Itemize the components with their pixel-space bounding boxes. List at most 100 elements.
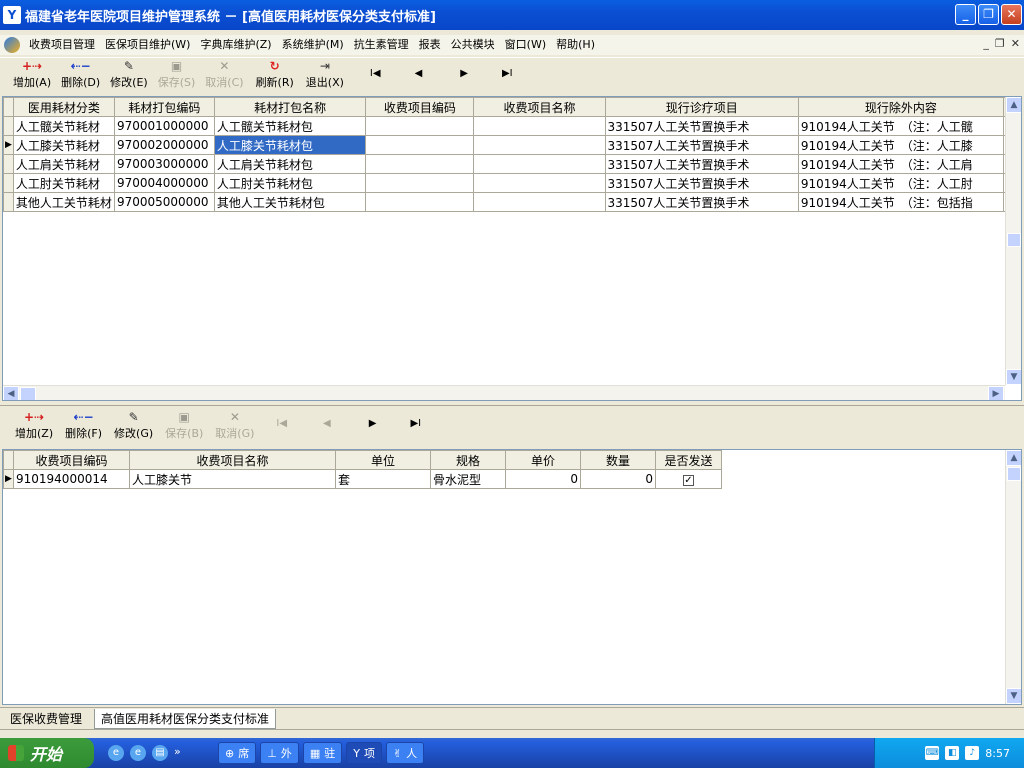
table-row[interactable]: ▶ 910194000014 人工膝关节 套 骨水泥型 0 0 ✓ — [3, 469, 722, 489]
taskbar-button[interactable]: ⊥ 外 — [260, 742, 299, 764]
row-indicator[interactable] — [3, 192, 14, 212]
tab-high-value-consumables[interactable]: 高值医用耗材医保分类支付标准 — [94, 708, 277, 729]
selected-cell[interactable]: 人工膝关节耗材包 — [213, 135, 367, 155]
table-row[interactable]: 人工肘关节耗材 970004000000 人工肘关节耗材包 331507人工关节… — [3, 173, 1021, 193]
charge-item-grid[interactable]: 收费项目编码 收费项目名称 单位 规格 单价 数量 是否发送 ▶ 9101940… — [2, 449, 1022, 705]
next-record-button[interactable]: ▶ — [460, 68, 468, 79]
browser-icon[interactable]: e — [130, 745, 146, 761]
menu-system[interactable]: 系统维护(M) — [277, 35, 349, 55]
table-cell[interactable]: 人工髋关节耗材包 — [213, 116, 367, 136]
menu-dictionary[interactable]: 字典库维护(Z) — [195, 35, 276, 55]
table-cell[interactable] — [365, 154, 475, 174]
table-cell[interactable]: 人工肩关节耗材包 — [213, 154, 367, 174]
edit-button[interactable]: ✎ 修改(E) — [110, 58, 148, 90]
col-header[interactable]: 耗材打包编码 — [113, 97, 215, 117]
col-header[interactable]: 数量 — [580, 450, 656, 470]
row-indicator[interactable] — [3, 173, 14, 193]
table-cell[interactable]: 人工膝关节 — [129, 469, 336, 489]
detail-first-record-button[interactable]: I◀ — [276, 418, 287, 429]
table-cell[interactable]: 其他人工关节耗材 — [12, 192, 115, 212]
col-header[interactable]: 医用耗材分类 — [12, 97, 115, 117]
table-cell[interactable] — [473, 154, 606, 174]
table-cell[interactable]: 970003000000 — [113, 154, 215, 174]
table-cell[interactable]: 970004000000 — [113, 173, 215, 193]
table-cell[interactable]: 970002000000 — [113, 135, 215, 155]
col-header[interactable]: 单价 — [505, 450, 581, 470]
scroll-down-icon[interactable]: ▼ — [1006, 688, 1021, 704]
quick-launch-more[interactable]: » — [174, 745, 181, 761]
detail-delete-button[interactable]: ⇠− 删除(F) — [65, 409, 102, 441]
table-cell[interactable]: 0 — [580, 469, 656, 489]
mdi-close-button[interactable]: ✕ — [1011, 37, 1020, 50]
menu-window[interactable]: 窗口(W) — [500, 35, 551, 55]
desktop-icon[interactable]: ▤ — [152, 745, 168, 761]
table-cell[interactable]: 331507人工关节置换手术 — [604, 154, 799, 174]
cancel-button[interactable]: ✕ 取消(C) — [205, 58, 243, 90]
taskbar-button[interactable]: ▦ 驻 — [302, 742, 343, 764]
table-cell[interactable]: 人工肘关节耗材 — [12, 173, 115, 193]
menu-reports[interactable]: 报表 — [414, 35, 446, 55]
row-indicator[interactable] — [3, 116, 14, 136]
delete-button[interactable]: ⇠− 删除(D) — [61, 58, 100, 90]
table-row[interactable]: 人工髋关节耗材 970001000000 人工髋关节耗材包 331507人工关节… — [3, 116, 1021, 136]
clock[interactable]: 8:57 — [985, 747, 1010, 760]
tab-insurance-charge[interactable]: 医保收费管理 — [4, 709, 88, 729]
table-cell[interactable]: 骨水泥型 — [430, 469, 506, 489]
table-cell[interactable]: 910194000014 — [13, 469, 130, 489]
table-cell[interactable]: 910194人工关节 （注：人工髋 — [797, 116, 1004, 136]
menu-charge-items[interactable]: 收费项目管理 — [24, 35, 100, 55]
mdi-restore-button[interactable]: ❐ — [995, 37, 1005, 50]
menu-help[interactable]: 帮助(H) — [551, 35, 600, 55]
keyboard-icon[interactable]: ⌨ — [925, 746, 940, 760]
send-checkbox[interactable]: ✓ — [683, 475, 694, 486]
grid1-vertical-scrollbar[interactable]: ▲ ▼ — [1005, 97, 1021, 385]
col-header[interactable]: 现行诊疗项目 — [604, 97, 799, 117]
menu-insurance-items[interactable]: 医保项目维护(W) — [100, 35, 195, 55]
title-bar[interactable]: Y 福建省老年医院项目维护管理系统 － [高值医用耗材医保分类支付标准] _ ❐… — [0, 0, 1024, 30]
mdi-minimize-button[interactable]: _ — [983, 37, 989, 50]
detail-next-record-button[interactable]: ▶ — [369, 418, 377, 429]
col-header[interactable]: 收费项目名称 — [473, 97, 606, 117]
table-cell[interactable]: 331507人工关节置换手术 — [604, 135, 799, 155]
start-button[interactable]: 开始 — [0, 738, 94, 768]
detail-prev-record-button[interactable]: ◀ — [323, 418, 331, 429]
table-cell[interactable]: 人工肘关节耗材包 — [213, 173, 367, 193]
table-cell[interactable]: 910194人工关节 （注：包括指 — [797, 192, 1004, 212]
col-header[interactable]: 收费项目编码 — [365, 97, 475, 117]
last-record-button[interactable]: ▶I — [502, 68, 513, 79]
scroll-thumb[interactable] — [1007, 467, 1021, 481]
table-row[interactable]: 其他人工关节耗材 970005000000 其他人工关节耗材包 331507人工… — [3, 192, 1021, 212]
send-checkbox-cell[interactable]: ✓ — [655, 469, 722, 489]
table-cell[interactable]: 331507人工关节置换手术 — [604, 116, 799, 136]
col-header[interactable]: 是否发送 — [655, 450, 722, 470]
scroll-right-icon[interactable]: ▶ — [988, 386, 1004, 400]
detail-edit-button[interactable]: ✎ 修改(G) — [114, 409, 153, 441]
mdi-child-icon[interactable] — [4, 37, 20, 53]
detail-add-button[interactable]: +⇢ 增加(Z) — [15, 409, 53, 441]
first-record-button[interactable]: I◀ — [370, 68, 381, 79]
table-cell[interactable]: 人工膝关节耗材 — [12, 135, 115, 155]
table-cell[interactable]: 0 — [505, 469, 581, 489]
row-indicator[interactable] — [3, 154, 14, 174]
consumable-package-grid[interactable]: 医用耗材分类 耗材打包编码 耗材打包名称 收费项目编码 收费项目名称 现行诊疗项… — [2, 96, 1022, 401]
current-row-indicator[interactable]: ▶ — [3, 135, 14, 155]
table-cell[interactable]: 910194人工关节 （注：人工膝 — [797, 135, 1004, 155]
table-cell[interactable]: 970005000000 — [113, 192, 215, 212]
col-header[interactable]: 现行除外内容 — [797, 97, 1004, 117]
table-cell[interactable] — [365, 116, 475, 136]
table-cell[interactable]: 331507人工关节置换手术 — [604, 173, 799, 193]
detail-cancel-button[interactable]: ✕ 取消(G) — [215, 409, 254, 441]
col-header[interactable]: 收费项目名称 — [129, 450, 336, 470]
table-cell[interactable]: 人工肩关节耗材 — [12, 154, 115, 174]
table-cell[interactable]: 套 — [335, 469, 431, 489]
table-cell[interactable] — [473, 173, 606, 193]
table-cell[interactable]: 970001000000 — [113, 116, 215, 136]
table-row[interactable]: ▶ 人工膝关节耗材 970002000000 人工膝关节耗材包 331507人工… — [3, 135, 1021, 155]
close-button[interactable]: ✕ — [1001, 4, 1022, 25]
table-cell[interactable] — [365, 173, 475, 193]
scroll-left-icon[interactable]: ◀ — [3, 386, 19, 400]
menu-common[interactable]: 公共模块 — [446, 35, 500, 55]
detail-last-record-button[interactable]: ▶I — [410, 418, 421, 429]
table-cell[interactable] — [365, 135, 475, 155]
col-header[interactable]: 单位 — [335, 450, 431, 470]
